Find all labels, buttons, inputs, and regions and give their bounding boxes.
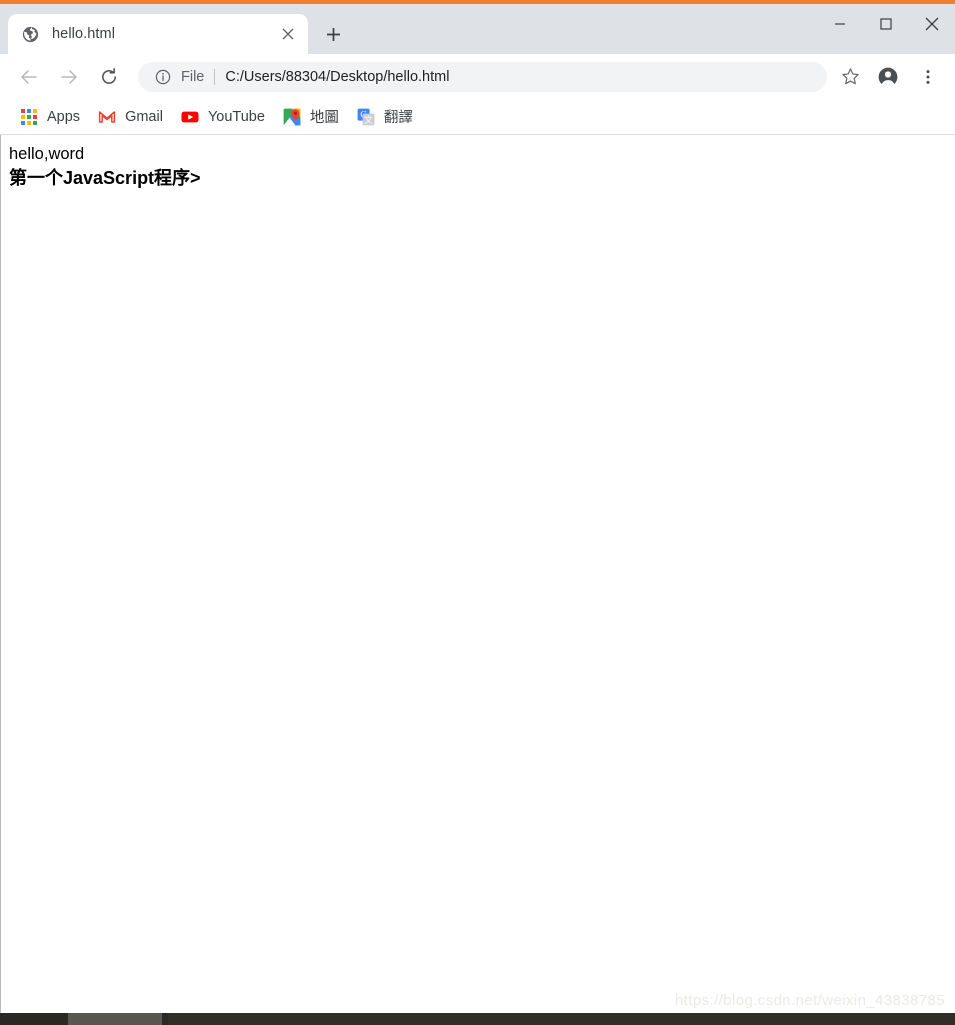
bookmarks-bar: Apps Gmail YouTube 地圖 文 翻譯 — [0, 99, 955, 135]
url-scheme-label: File — [181, 68, 205, 85]
profile-avatar-button[interactable] — [873, 62, 903, 92]
bookmark-star-button[interactable] — [835, 62, 865, 92]
window-close-button[interactable] — [909, 4, 955, 44]
gmail-icon — [98, 110, 116, 123]
tab-strip: hello.html — [0, 4, 955, 54]
window-controls — [817, 4, 955, 44]
taskbar-segment-left — [0, 1013, 68, 1025]
page-text-line-1: hello,word — [9, 145, 85, 163]
taskbar-segment-right — [168, 1013, 955, 1025]
close-icon — [925, 17, 939, 31]
watermark-text: https://blog.csdn.net/weixin_43838785 — [675, 992, 945, 1009]
taskbar-active-window-segment[interactable] — [68, 1013, 162, 1025]
arrow-right-icon — [61, 69, 77, 84]
bookmark-label: YouTube — [207, 108, 265, 125]
arrow-left-icon — [21, 69, 37, 84]
chrome-menu-button[interactable] — [913, 62, 943, 92]
youtube-icon — [181, 111, 199, 122]
browser-toolbar: File C:/Users/88304/Desktop/hello.html — [0, 54, 955, 99]
page-content-area: hello,word 第一个JavaScript程序> — [0, 135, 955, 1013]
three-dots-vertical-icon — [926, 69, 930, 84]
url-text: C:/Users/88304/Desktop/hello.html — [225, 68, 450, 85]
bookmark-label: 地圖 — [309, 110, 339, 126]
google-maps-icon — [283, 108, 301, 125]
browser-window: hello.html File C:/Users/88304/Desktop/h… — [0, 0, 955, 1025]
star-icon — [841, 68, 859, 85]
window-minimize-button[interactable] — [817, 4, 863, 44]
reload-button[interactable] — [94, 62, 124, 92]
omnibox-divider — [214, 68, 216, 85]
os-taskbar — [0, 1013, 955, 1025]
globe-icon — [22, 26, 39, 42]
new-tab-button[interactable] — [316, 17, 350, 51]
page-text-line-2: 第一个JavaScript程序> — [9, 168, 201, 189]
tab-title: hello.html — [52, 26, 116, 42]
forward-button[interactable] — [54, 62, 84, 92]
reload-icon — [102, 67, 116, 84]
bookmark-apps[interactable]: Apps — [12, 104, 88, 130]
window-maximize-button[interactable] — [863, 4, 909, 44]
minimize-icon — [835, 23, 845, 25]
avatar-icon — [878, 67, 898, 87]
plus-icon — [326, 27, 340, 41]
back-button[interactable] — [14, 62, 44, 92]
bookmark-label: 翻譯 — [383, 110, 413, 126]
google-translate-icon: G 文 — [357, 108, 375, 125]
apps-grid-icon — [21, 108, 37, 125]
bookmark-maps[interactable]: 地圖 — [275, 104, 347, 130]
tab-close-button[interactable] — [274, 20, 302, 48]
maximize-icon — [880, 18, 892, 30]
info-circle-icon[interactable] — [154, 68, 172, 86]
bookmark-translate[interactable]: G 文 翻譯 — [349, 104, 421, 130]
svg-text:文: 文 — [364, 114, 373, 125]
bookmark-label: Apps — [47, 108, 81, 125]
bookmark-youtube[interactable]: YouTube — [173, 104, 273, 130]
bookmark-gmail[interactable]: Gmail — [90, 104, 171, 130]
close-icon — [282, 28, 294, 40]
tab-hello-html[interactable]: hello.html — [8, 14, 308, 54]
bookmark-label: Gmail — [125, 108, 163, 125]
address-bar[interactable]: File C:/Users/88304/Desktop/hello.html — [138, 61, 827, 92]
page-body: hello,word 第一个JavaScript程序> — [1, 135, 955, 198]
